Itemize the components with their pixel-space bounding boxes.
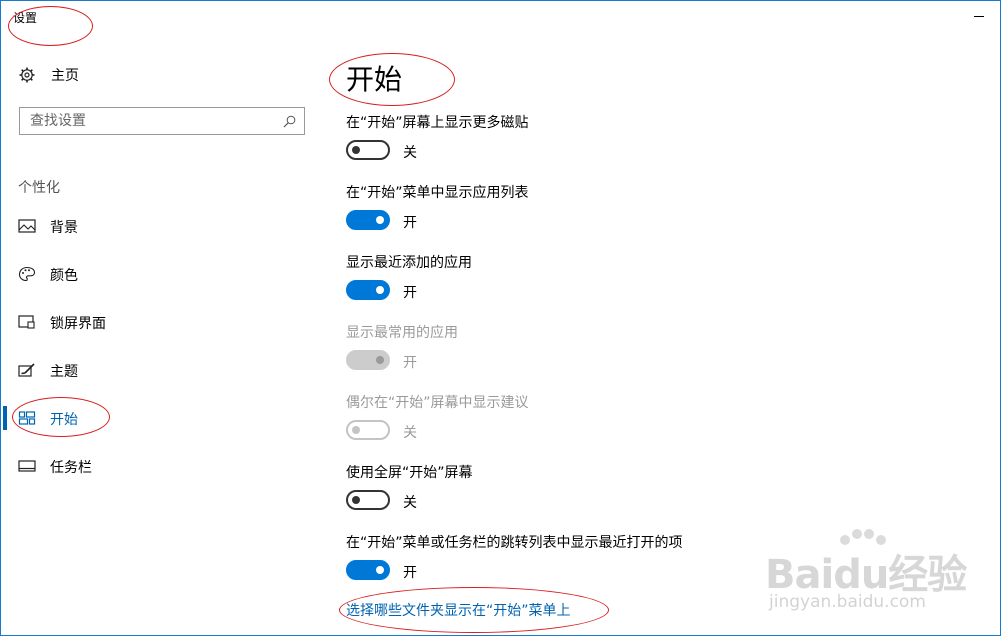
toggle-knob — [376, 356, 384, 364]
gear-icon — [19, 67, 35, 83]
home-label: 主页 — [51, 68, 79, 84]
sidebar-item-background[interactable]: 背景 — [0, 207, 305, 245]
toggle-state-text: 开 — [403, 285, 417, 301]
toggle-knob — [352, 146, 360, 154]
toggle-knob — [376, 286, 384, 294]
toggle-app-list[interactable] — [346, 210, 390, 230]
theme-icon — [18, 363, 35, 377]
toggle-state-text: 关 — [403, 495, 417, 511]
toggle-knob — [352, 426, 360, 434]
sidebar-item-colors[interactable]: 颜色 — [0, 255, 305, 293]
baidu-watermark: Baidu经验 jingyan.baidu.com — [765, 528, 995, 618]
sidebar-item-label: 背景 — [50, 220, 78, 236]
annotation-ellipse-start-item — [12, 397, 110, 437]
toggle-state-text: 开 — [403, 215, 417, 231]
picture-icon — [18, 219, 36, 233]
sidebar-item-label: 颜色 — [50, 268, 78, 284]
sidebar-item-lock-screen[interactable]: 锁屏界面 — [0, 303, 305, 341]
sidebar-item-label: 任务栏 — [50, 460, 92, 476]
sidebar-item-taskbar[interactable]: 任务栏 — [0, 447, 305, 485]
annotation-ellipse-title — [8, 6, 93, 46]
palette-icon — [18, 266, 36, 282]
minimize-button[interactable] — [968, 4, 992, 26]
sidebar-item-label: 锁屏界面 — [50, 316, 106, 332]
toggle-state-text: 开 — [403, 355, 417, 371]
toggle-knob — [376, 566, 384, 574]
search-input[interactable] — [20, 108, 280, 134]
taskbar-icon — [18, 460, 36, 472]
toggle-recently-added[interactable] — [346, 280, 390, 300]
toggle-suggestions — [346, 420, 390, 440]
toggle-knob — [352, 496, 360, 504]
search-icon[interactable] — [283, 115, 296, 128]
setting-label-app-list: 在“开始”菜单中显示应用列表 — [346, 185, 529, 201]
annotation-ellipse-page-title — [329, 53, 455, 106]
sidebar-item-themes[interactable]: 主题 — [0, 351, 305, 389]
setting-label-more-tiles: 在“开始”屏幕上显示更多磁贴 — [346, 115, 529, 131]
toggle-state-text: 关 — [403, 145, 417, 161]
selection-indicator — [3, 406, 7, 430]
watermark-url: jingyan.baidu.com — [769, 592, 926, 612]
sidebar-item-label: 主题 — [50, 364, 78, 380]
setting-label-full-screen: 使用全屏“开始”屏幕 — [346, 465, 473, 481]
toggle-full-screen[interactable] — [346, 490, 390, 510]
setting-label-jump-lists: 在“开始”菜单或任务栏的跳转列表中显示最近打开的项 — [346, 535, 683, 551]
toggle-state-text: 关 — [403, 425, 417, 441]
setting-label-suggestions: 偶尔在“开始”屏幕中显示建议 — [346, 395, 529, 411]
section-heading: 个性化 — [18, 180, 60, 196]
toggle-knob — [376, 216, 384, 224]
toggle-jump-lists[interactable] — [346, 560, 390, 580]
sidebar-home[interactable]: 主页 — [18, 64, 79, 86]
toggle-most-used — [346, 350, 390, 370]
toggle-state-text: 开 — [403, 565, 417, 581]
toggle-more-tiles[interactable] — [346, 140, 390, 160]
setting-label-most-used: 显示最常用的应用 — [346, 325, 458, 341]
lock-screen-icon — [18, 315, 35, 329]
setting-label-recently-added: 显示最近添加的应用 — [346, 255, 472, 271]
annotation-ellipse-folders-link — [339, 587, 609, 633]
search-box[interactable] — [19, 107, 305, 135]
